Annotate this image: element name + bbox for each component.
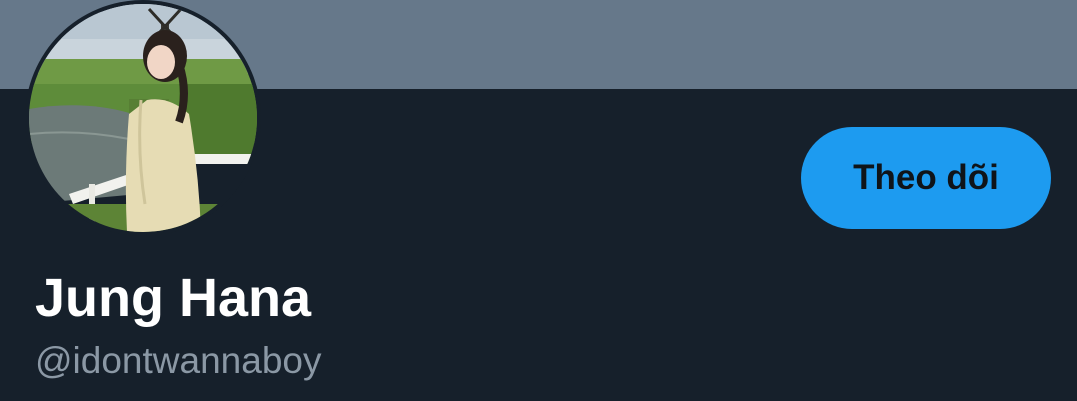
follow-button[interactable]: Theo dõi [801, 127, 1051, 229]
avatar-photo-icon [29, 4, 257, 232]
display-name: Jung Hana [35, 268, 312, 328]
avatar[interactable] [29, 4, 257, 232]
username-handle: @idontwannaboy [35, 340, 322, 381]
